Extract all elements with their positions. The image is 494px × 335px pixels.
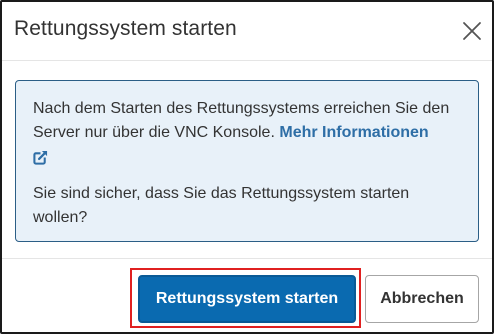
more-info-link[interactable]: Mehr Informationen: [279, 124, 428, 141]
dialog-footer: Rettungssystem starten Abbrechen: [2, 258, 492, 335]
cancel-button[interactable]: Abbrechen: [365, 275, 479, 323]
more-info-link-label: Mehr Informationen: [279, 124, 429, 141]
dialog-header: Rettungssystem starten: [2, 2, 492, 61]
info-message: Nach dem Starten des Rettungssystems err…: [33, 97, 462, 173]
rescue-system-dialog: Rettungssystem starten Nach dem Starten …: [0, 0, 494, 334]
external-link-icon[interactable]: [33, 149, 48, 173]
start-rescue-system-button[interactable]: Rettungssystem starten: [138, 275, 356, 323]
confirmation-question: Sie sind sicher, dass Sie das Rettungssy…: [33, 185, 410, 226]
close-icon[interactable]: [461, 20, 483, 42]
dialog-title: Rettungssystem starten: [14, 17, 237, 40]
info-alert: Nach dem Starten des Rettungssystems err…: [15, 80, 479, 242]
dialog-body: Nach dem Starten des Rettungssystems err…: [2, 61, 492, 257]
